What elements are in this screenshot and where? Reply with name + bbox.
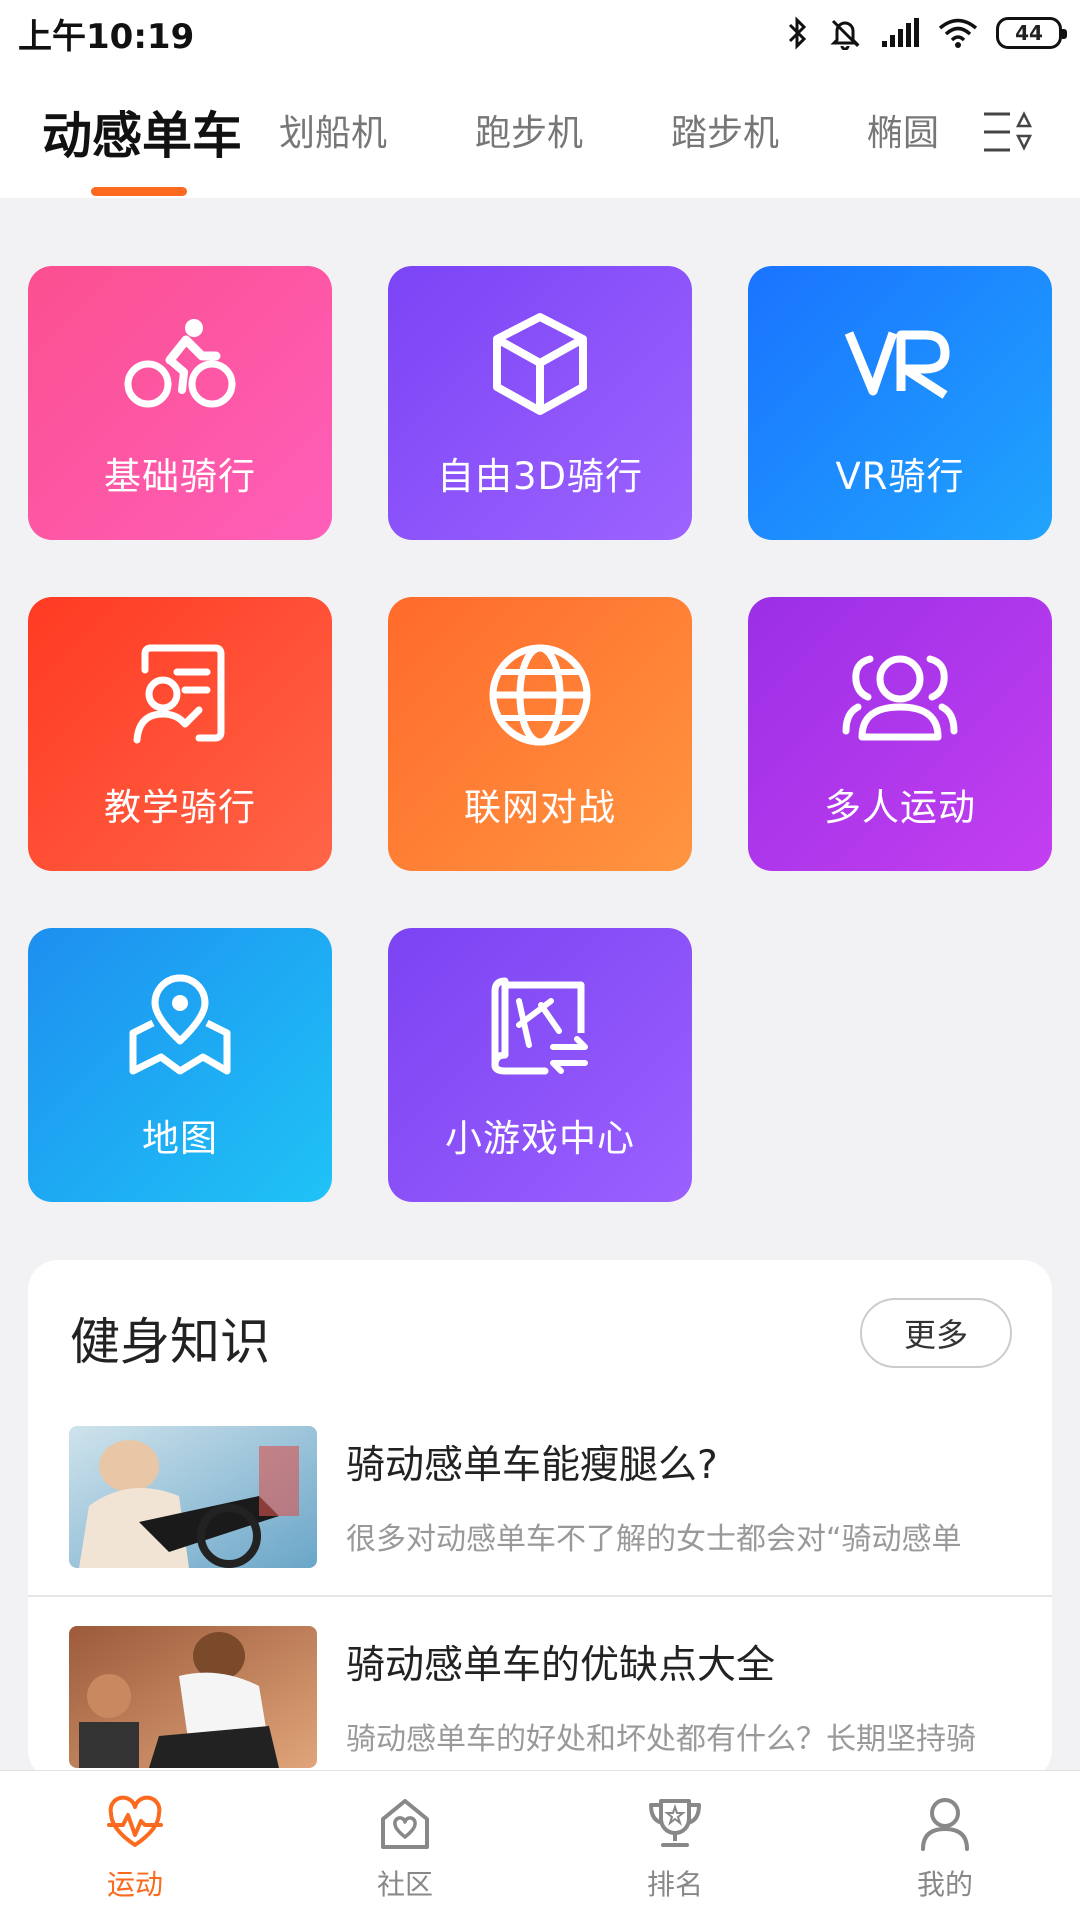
- tile-free-3d-ride[interactable]: 自由3D骑行: [388, 266, 692, 540]
- nav-label: 排名: [646, 1868, 703, 1901]
- trophy-icon: [649, 1799, 701, 1847]
- tab-spin-bike[interactable]: 动感单车: [42, 96, 242, 168]
- tile-online-battle[interactable]: 联网对战: [388, 597, 692, 871]
- vr-icon: [840, 304, 960, 424]
- tile-label: 地图: [142, 1117, 218, 1160]
- game-map-icon: [480, 966, 600, 1086]
- article-item[interactable]: 骑动感单车的优缺点大全 骑动感单车的好处和坏处都有什么？长期坚持骑: [28, 1626, 1052, 1780]
- tile-label: 基础骑行: [104, 455, 256, 498]
- sort-menu-icon[interactable]: [980, 104, 1036, 160]
- tab-treadmill[interactable]: 跑步机: [475, 104, 583, 156]
- tile-label: 联网对战: [464, 786, 616, 829]
- tile-label: 自由3D骑行: [436, 455, 644, 498]
- nav-item-sport[interactable]: 运动: [0, 1771, 270, 1920]
- user-icon: [921, 1798, 969, 1851]
- divider: [28, 1595, 1052, 1597]
- tile-mini-game-center[interactable]: 小游戏中心: [388, 928, 692, 1202]
- globe-icon: [480, 635, 600, 755]
- fitness-knowledge-card: 健身知识 更多 骑动感单车能瘦腿么? 很多对动感单车不了解的女士都会对“骑动感单: [28, 1260, 1052, 1780]
- tab-elliptical[interactable]: 椭圆: [867, 104, 939, 156]
- status-time: 上午10:19: [18, 16, 195, 57]
- active-tab-indicator: [91, 187, 187, 196]
- section-title: 健身知识: [70, 1313, 270, 1371]
- battery-level: 44: [1015, 21, 1043, 45]
- tile-vr-ride[interactable]: VR骑行: [748, 266, 1052, 540]
- article-title: 骑动感单车的优缺点大全: [346, 1643, 776, 1688]
- teacher-board-icon: [120, 635, 240, 755]
- map-pin-icon: [120, 966, 240, 1086]
- tile-label: 小游戏中心: [445, 1117, 635, 1160]
- status-bar: 上午10:19 44: [0, 0, 1080, 66]
- signal-icon: [882, 18, 919, 47]
- more-button[interactable]: 更多: [860, 1298, 1012, 1368]
- tile-multiplayer[interactable]: 多人运动: [748, 597, 1052, 871]
- article-summary: 很多对动感单车不了解的女士都会对“骑动感单: [346, 1522, 962, 1557]
- tab-stepper[interactable]: 踏步机: [671, 104, 779, 156]
- nav-item-ranking[interactable]: 排名: [540, 1771, 810, 1920]
- tile-label: 多人运动: [824, 786, 976, 829]
- article-thumbnail: [69, 1626, 317, 1768]
- tile-map[interactable]: 地图: [28, 928, 332, 1202]
- bicycle-icon: [120, 304, 240, 424]
- article-thumbnail: [69, 1426, 317, 1568]
- nav-label: 运动: [106, 1868, 163, 1901]
- home-heart-icon: [381, 1799, 429, 1849]
- cube-icon: [480, 304, 600, 424]
- tile-label: 教学骑行: [104, 786, 256, 829]
- wifi-icon: [938, 18, 978, 48]
- heartbeat-icon: [107, 1795, 163, 1847]
- tile-teaching-ride[interactable]: 教学骑行: [28, 597, 332, 871]
- battery-indicator: 44: [996, 17, 1067, 49]
- group-users-icon: [840, 635, 960, 755]
- bottom-navigation: 运动 社区 排名 我的: [0, 1770, 1080, 1920]
- nav-label: 社区: [376, 1868, 433, 1901]
- nav-label: 我的: [916, 1868, 973, 1901]
- bluetooth-icon: [788, 16, 807, 50]
- tab-rowing-machine[interactable]: 划船机: [279, 104, 387, 156]
- category-tab-bar: 动感单车 划船机 跑步机 踏步机 椭圆: [0, 66, 1080, 198]
- tile-label: VR骑行: [835, 455, 965, 498]
- status-icons: 44: [786, 16, 1067, 50]
- tile-basic-ride[interactable]: 基础骑行: [28, 266, 332, 540]
- article-summary: 骑动感单车的好处和坏处都有什么？长期坚持骑: [346, 1722, 976, 1757]
- nav-item-community[interactable]: 社区: [270, 1771, 540, 1920]
- article-title: 骑动感单车能瘦腿么?: [346, 1443, 718, 1488]
- nav-item-profile[interactable]: 我的: [810, 1771, 1080, 1920]
- mute-bell-icon: [830, 19, 860, 50]
